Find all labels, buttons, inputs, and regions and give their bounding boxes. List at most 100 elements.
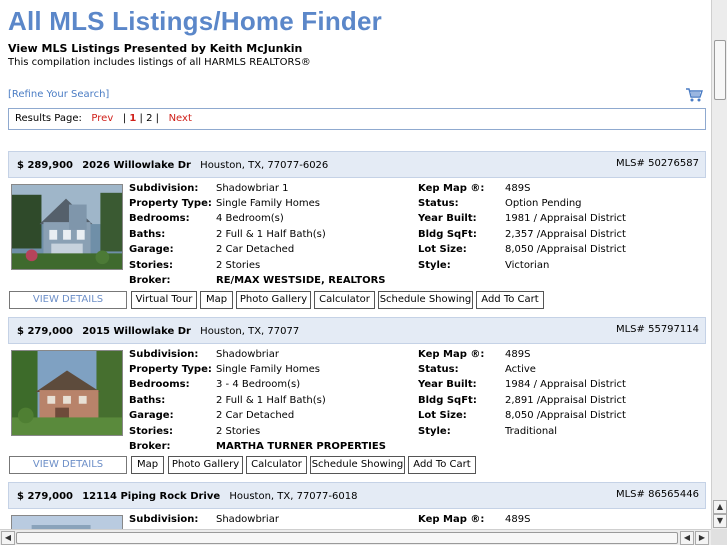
listing-photo[interactable] [11,515,123,529]
listing-header: $ 279,000 12114 Piping Rock Drive Housto… [8,482,706,509]
broker-label: Broker: [129,441,171,452]
year-built-value: 1984 / Appraisal District [505,379,626,390]
next-page-link[interactable]: Next [169,113,192,124]
horizontal-scroll-thumb[interactable] [16,532,678,544]
pagination-separator: | [122,113,127,124]
listing-mls-number: MLS# 86565446 [615,489,699,500]
lot-size-value: 8,050 /Appraisal District [505,244,626,255]
calculator-button[interactable]: Calculator [246,456,307,474]
scroll-right-arrow-icon[interactable]: ▶ [695,531,709,545]
add-to-cart-button[interactable]: Add To Cart [476,291,544,309]
broker-value: RE/MAX WESTSIDE, REALTORS [216,275,386,286]
subdivision-label: Subdivision: [129,349,199,360]
property-type-label: Property Type: [129,198,212,209]
lot-size-label: Lot Size: [418,410,467,421]
prev-page-link[interactable]: Prev [91,113,113,124]
virtual-tour-button[interactable]: Virtual Tour [131,291,197,309]
subdivision-value: Shadowbriar 1 [216,183,289,194]
stories-value: 2 Stories [216,260,261,271]
garage-label: Garage: [129,244,174,255]
listing-address[interactable]: 12114 Piping Rock Drive [82,491,220,502]
listing-card: $ 279,000 2015 Willowlake Dr Houston, TX… [8,317,706,477]
year-built-value: 1981 / Appraisal District [505,213,626,224]
listing-photo[interactable] [11,350,123,436]
schedule-showing-button[interactable]: Schedule Showing [378,291,473,309]
listing-city: Houston, TX, 77077 [200,326,300,337]
broker-value: MARTHA TURNER PROPERTIES [216,441,386,452]
results-page-label: Results Page: [15,113,82,124]
listing-header: $ 279,000 2015 Willowlake Dr Houston, TX… [8,317,706,344]
kep-map-label: Kep Map ®: [418,183,485,194]
horizontal-scrollbar[interactable]: ◀ ◀ ▶ [0,529,711,545]
listing-city: Houston, TX, 77077-6018 [229,491,358,502]
listing-photo[interactable] [11,184,123,270]
status-value: Option Pending [505,198,582,209]
subdivision-label: Subdivision: [129,183,199,194]
page-viewport: All MLS Listings/Home Finder View MLS Li… [0,0,711,529]
listing-action-bar: VIEW DETAILS Map Photo Gallery Calculato… [9,456,709,476]
status-value: Active [505,364,536,375]
bedrooms-label: Bedrooms: [129,213,190,224]
listing-card: $ 289,900 2026 Willowlake Dr Houston, TX… [8,151,706,311]
kep-map-value: 489S [505,349,531,360]
listing-price: $ 289,900 [17,160,73,171]
listing-action-bar: VIEW DETAILS Virtual Tour Map Photo Gall… [9,291,709,311]
calculator-button[interactable]: Calculator [314,291,375,309]
bldg-sqft-label: Bldg SqFt: [418,229,477,240]
scroll-left-arrow-icon[interactable]: ◀ [680,531,694,545]
stories-label: Stories: [129,260,173,271]
view-details-button[interactable]: VIEW DETAILS [9,291,127,309]
shopping-cart-icon[interactable] [685,87,703,103]
scroll-up-arrow-icon[interactable]: ▲ [713,500,727,514]
subdivision-value: Shadowbriar [216,349,279,360]
bedrooms-value: 3 - 4 Bedroom(s) [216,379,301,390]
vertical-scroll-thumb[interactable] [714,40,726,100]
listing-address[interactable]: 2026 Willowlake Dr [82,160,191,171]
scroll-left-arrow-icon[interactable]: ◀ [1,531,15,545]
vertical-scrollbar[interactable]: ▲ ▼ [711,0,727,529]
page-2-link[interactable]: 2 [146,113,152,124]
listing-card: $ 279,000 12114 Piping Rock Drive Housto… [8,482,706,529]
scroll-down-arrow-icon[interactable]: ▼ [713,514,727,528]
map-button[interactable]: Map [200,291,233,309]
broker-label: Broker: [129,275,171,286]
subdivision-value: Shadowbriar [216,514,279,525]
add-to-cart-button[interactable]: Add To Cart [408,456,476,474]
style-value: Traditional [505,426,558,437]
style-label: Style: [418,260,451,271]
scrollbar-corner [711,529,727,545]
stories-value: 2 Stories [216,426,261,437]
schedule-showing-button[interactable]: Schedule Showing [310,456,405,474]
view-details-button[interactable]: VIEW DETAILS [9,456,127,474]
listing-city: Houston, TX, 77077-6026 [200,160,329,171]
baths-label: Baths: [129,395,166,406]
bedrooms-value: 4 Bedroom(s) [216,213,284,224]
bldg-sqft-value: 2,357 /Appraisal District [505,229,626,240]
kep-map-label: Kep Map ®: [418,514,485,525]
lot-size-label: Lot Size: [418,244,467,255]
year-built-label: Year Built: [418,213,477,224]
baths-value: 2 Full & 1 Half Bath(s) [216,395,326,406]
garage-value: 2 Car Detached [216,410,295,421]
garage-label: Garage: [129,410,174,421]
kep-map-value: 489S [505,183,531,194]
map-button[interactable]: Map [131,456,164,474]
subdivision-label: Subdivision: [129,514,199,525]
status-label: Status: [418,364,459,375]
property-type-value: Single Family Homes [216,364,321,375]
listing-mls-number: MLS# 50276587 [615,158,699,169]
baths-value: 2 Full & 1 Half Bath(s) [216,229,326,240]
pagination-separator: | [155,113,160,124]
photo-gallery-button[interactable]: Photo Gallery [236,291,311,309]
pagination-separator: | [139,113,143,124]
year-built-label: Year Built: [418,379,477,390]
kep-map-label: Kep Map ®: [418,349,485,360]
baths-label: Baths: [129,229,166,240]
listing-address[interactable]: 2015 Willowlake Dr [82,326,191,337]
bedrooms-label: Bedrooms: [129,379,190,390]
refine-search-link[interactable]: [Refine Your Search] [8,89,109,100]
listing-price: $ 279,000 [17,326,73,337]
photo-gallery-button[interactable]: Photo Gallery [168,456,243,474]
listing-mls-number: MLS# 55797114 [615,324,699,335]
bldg-sqft-value: 2,891 /Appraisal District [505,395,626,406]
